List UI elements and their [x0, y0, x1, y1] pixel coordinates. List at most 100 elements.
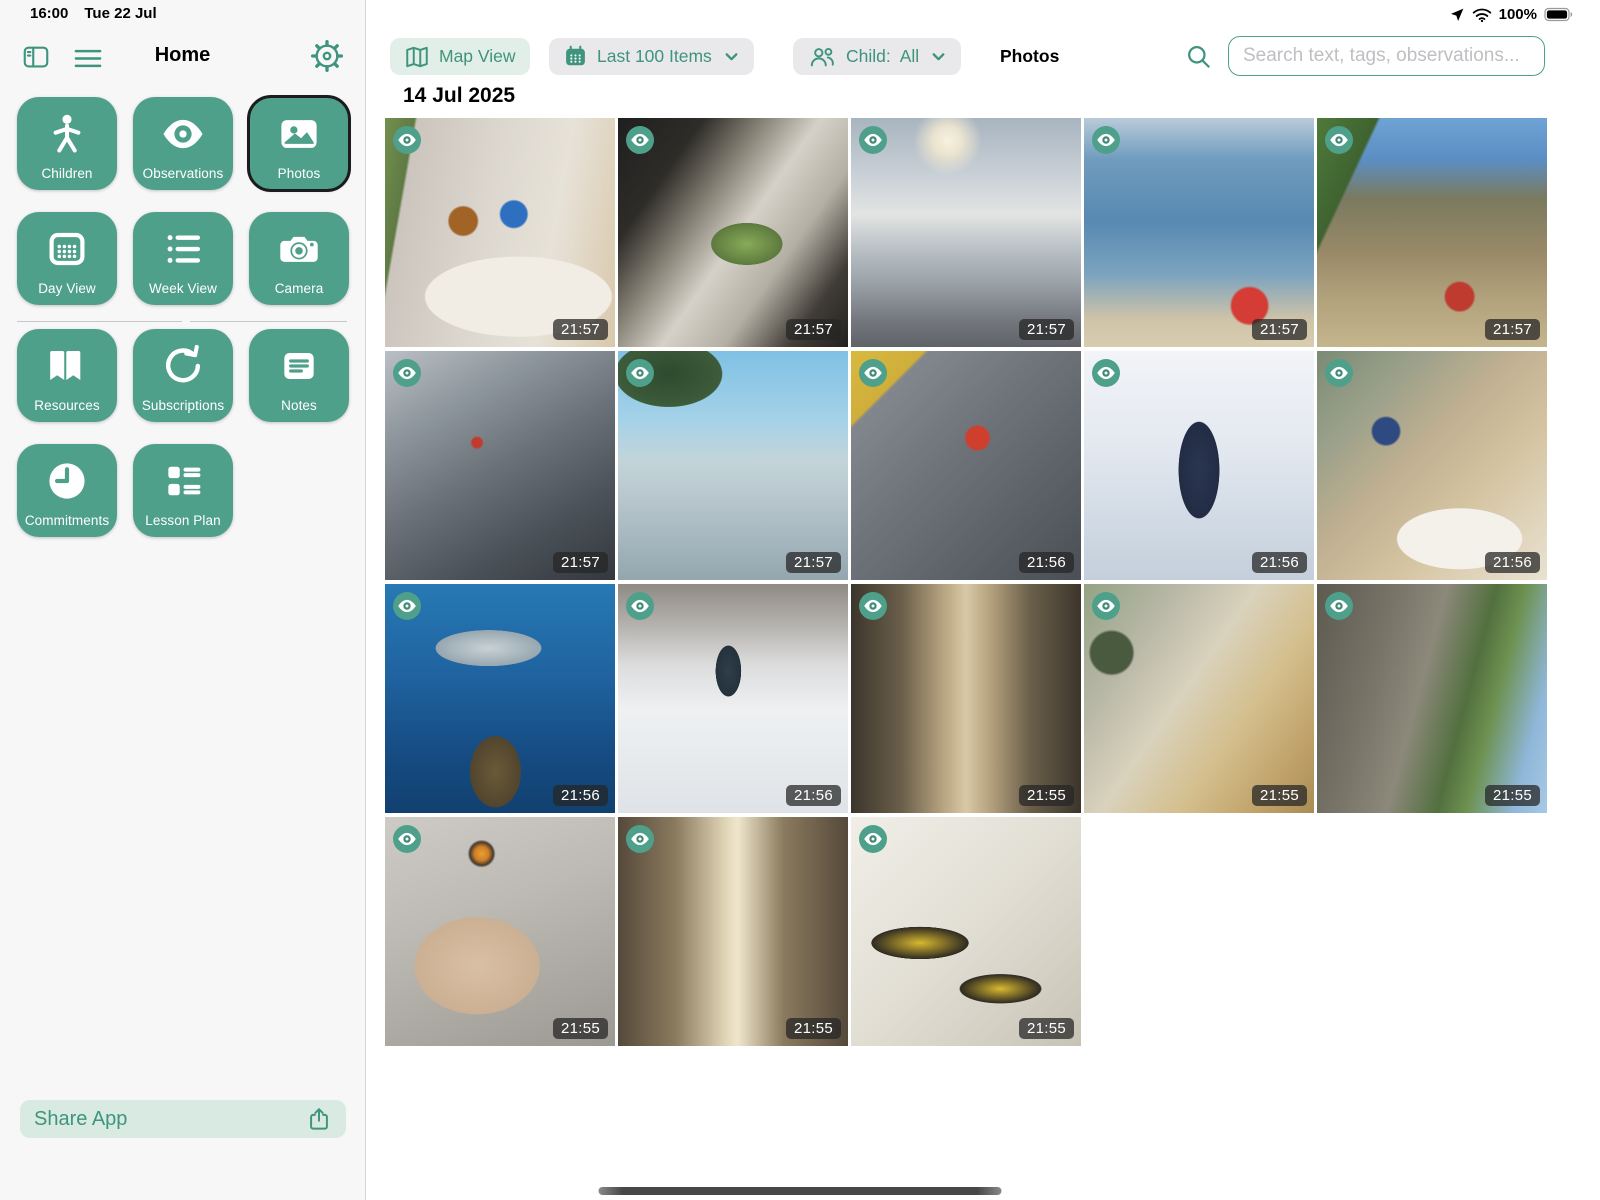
observation-eye-badge-icon	[626, 592, 654, 620]
child-filter-button[interactable]: Child: All	[793, 38, 961, 75]
photo-icon	[249, 107, 349, 161]
list-icon	[133, 222, 233, 276]
sidebar-button-day-view[interactable]: Day View	[17, 212, 117, 305]
camera-icon	[249, 222, 349, 276]
photo-timestamp: 21:55	[1019, 1018, 1074, 1039]
sidebar-button-label: Children	[41, 166, 92, 181]
sidebar-button-lesson-plan[interactable]: Lesson Plan	[133, 444, 233, 537]
range-filter-label: Last 100 Items	[597, 46, 712, 67]
sidebar-button-commitments[interactable]: Commitments	[17, 444, 117, 537]
sidebar-button-week-view[interactable]: Week View	[133, 212, 233, 305]
child-filter-label: Child:	[846, 46, 891, 67]
book-icon	[17, 339, 117, 393]
sidebar-group-divider-right	[190, 321, 347, 322]
photo-timestamp: 21:57	[786, 552, 841, 573]
note-icon	[249, 339, 349, 393]
photo-timestamp: 21:56	[1019, 552, 1074, 573]
map-view-label: Map View	[439, 46, 516, 67]
photo-tile[interactable]: 21:56	[851, 351, 1081, 580]
photo-tile[interactable]: 21:56	[385, 584, 615, 813]
sidebar-button-label: Resources	[34, 398, 99, 413]
photo-tile[interactable]: 21:57	[1317, 118, 1547, 347]
photo-timestamp: 21:57	[553, 552, 608, 573]
photo-tile[interactable]: 21:57	[851, 118, 1081, 347]
photo-tile[interactable]: 21:57	[1084, 118, 1314, 347]
observation-eye-badge-icon	[626, 825, 654, 853]
home-indicator[interactable]	[599, 1187, 1002, 1195]
observation-eye-badge-icon	[393, 359, 421, 387]
chevron-down-icon	[723, 48, 740, 65]
people-icon	[807, 44, 837, 70]
photo-timestamp: 21:57	[553, 319, 608, 340]
sidebar-button-children[interactable]: Children	[17, 97, 117, 190]
sidebar-button-label: Photos	[278, 166, 321, 181]
status-bar-left: 16:00 Tue 22 Jul	[30, 5, 157, 22]
observation-eye-badge-icon	[393, 592, 421, 620]
observation-eye-badge-icon	[859, 825, 887, 853]
sidebar-button-label: Notes	[281, 398, 317, 413]
sidebar-button-subscriptions[interactable]: Subscriptions	[133, 329, 233, 422]
search-input[interactable]	[1228, 36, 1545, 76]
observation-eye-badge-icon	[859, 592, 887, 620]
share-app-button[interactable]: Share App	[20, 1100, 346, 1138]
page-title: Photos	[1000, 46, 1059, 67]
photo-tile[interactable]: 21:55	[851, 584, 1081, 813]
status-bar-right: 100%	[1449, 6, 1574, 23]
sidebar-button-camera[interactable]: Camera	[249, 212, 349, 305]
sidebar-button-photos[interactable]: Photos	[249, 97, 349, 190]
share-app-label: Share App	[34, 1108, 306, 1131]
map-view-button[interactable]: Map View	[390, 38, 530, 75]
map-icon	[404, 44, 430, 70]
main-content: 100% Map View Last 100 Items Child: All …	[367, 0, 1600, 1200]
observation-eye-badge-icon	[1325, 359, 1353, 387]
observation-eye-badge-icon	[626, 359, 654, 387]
status-date: Tue 22 Jul	[84, 5, 156, 22]
sidebar-title: Home	[0, 44, 365, 67]
search-icon[interactable]	[1185, 43, 1212, 75]
photo-tile[interactable]: 21:56	[1317, 351, 1547, 580]
sidebar-grid-main: Children Observations Photos Day ViewWeek V…	[17, 97, 349, 305]
sidebar-button-label: Subscriptions	[142, 398, 224, 413]
observation-eye-badge-icon	[626, 126, 654, 154]
sidebar-button-label: Camera	[275, 281, 324, 296]
sidebar-button-resources[interactable]: Resources	[17, 329, 117, 422]
photo-tile[interactable]: 21:57	[618, 118, 848, 347]
photo-timestamp: 21:56	[1252, 552, 1307, 573]
sidebar-group-divider-left	[17, 321, 182, 322]
location-arrow-icon	[1449, 7, 1465, 23]
photo-tile[interactable]: 21:56	[1084, 351, 1314, 580]
photo-tile[interactable]: 21:55	[1084, 584, 1314, 813]
share-icon	[306, 1106, 332, 1132]
photo-timestamp: 21:57	[1485, 319, 1540, 340]
wifi-icon	[1472, 7, 1492, 23]
photo-timestamp: 21:55	[1252, 785, 1307, 806]
photo-timestamp: 21:56	[786, 785, 841, 806]
refresh-icon	[133, 339, 233, 393]
photo-tile[interactable]: 21:55	[1317, 584, 1547, 813]
photo-tile[interactable]: 21:57	[385, 118, 615, 347]
sidebar-button-observations[interactable]: Observations	[133, 97, 233, 190]
clock-icon	[17, 454, 117, 508]
observation-eye-badge-icon	[1092, 359, 1120, 387]
observation-eye-badge-icon	[859, 126, 887, 154]
status-time: 16:00	[30, 5, 68, 22]
photo-tile[interactable]: 21:55	[851, 817, 1081, 1046]
photo-timestamp: 21:55	[1485, 785, 1540, 806]
photo-tile[interactable]: 21:57	[618, 351, 848, 580]
photo-tile[interactable]: 21:56	[618, 584, 848, 813]
photo-timestamp: 21:56	[553, 785, 608, 806]
photo-tile[interactable]: 21:57	[385, 351, 615, 580]
eye-icon	[133, 107, 233, 161]
photo-timestamp: 21:55	[1019, 785, 1074, 806]
photo-timestamp: 21:57	[1019, 319, 1074, 340]
sidebar-button-notes[interactable]: Notes	[249, 329, 349, 422]
photo-timestamp: 21:56	[1485, 552, 1540, 573]
range-filter-button[interactable]: Last 100 Items	[549, 38, 754, 75]
sidebar: 16:00 Tue 22 Jul Home Children Observatio…	[0, 0, 366, 1200]
person-icon	[17, 107, 117, 161]
calendar-icon	[563, 44, 588, 69]
photo-tile[interactable]: 21:55	[618, 817, 848, 1046]
gallery-date-header: 14 Jul 2025	[403, 84, 515, 108]
photo-tile[interactable]: 21:55	[385, 817, 615, 1046]
observation-eye-badge-icon	[1092, 592, 1120, 620]
